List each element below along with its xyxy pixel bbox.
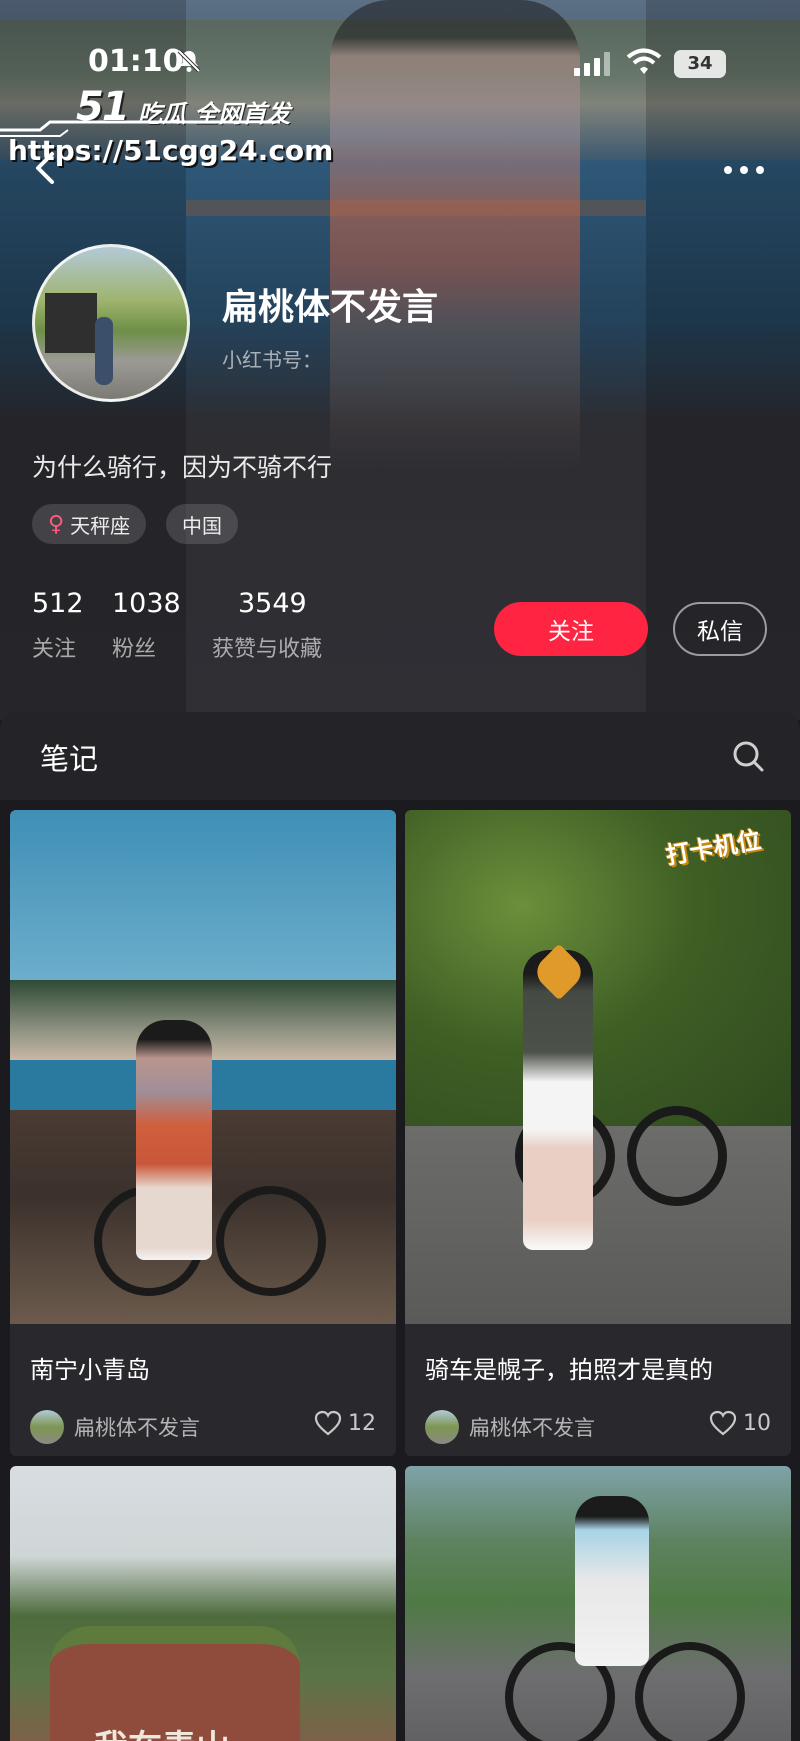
author-avatar — [425, 1410, 459, 1444]
stat-likes-label: 获赞与收藏 — [212, 637, 323, 662]
profile-username: 扁桃体不发言 — [222, 287, 439, 328]
profile-header: 01:10 34 51 吃瓜 全网首发 https://51cgg24.com — [0, 0, 800, 720]
wifi-icon — [626, 48, 662, 74]
search-icon[interactable] — [730, 738, 766, 774]
notes-feed: 南宁小青岛 扁桃体不发言 12 打卡机位 骑车是幌子，拍照才是真的 扁桃体不发言 — [0, 800, 800, 1741]
stat-followers-label: 粉丝 — [112, 637, 157, 662]
author-avatar — [30, 1410, 64, 1444]
like-count: 10 — [743, 1410, 771, 1436]
stat-followers[interactable]: 1038 粉丝 — [112, 588, 181, 663]
note-card[interactable] — [405, 1466, 791, 1741]
tag-region: 中国 — [166, 504, 238, 544]
stat-following-label: 关注 — [32, 637, 77, 662]
image-bike-wheel — [216, 1186, 326, 1296]
image-bike-wheel — [627, 1106, 727, 1206]
tab-notes[interactable]: 笔记 — [40, 736, 98, 778]
author-name: 扁桃体不发言 — [74, 1416, 200, 1440]
stat-following-value: 512 — [32, 588, 84, 619]
avatar[interactable] — [32, 244, 190, 402]
stat-likes-value: 3549 — [238, 588, 307, 619]
note-cover-image[interactable]: 我在青山 — [10, 1466, 396, 1741]
note-like[interactable]: 12 — [314, 1410, 376, 1436]
image-cyclist — [136, 1020, 212, 1260]
note-like[interactable]: 10 — [709, 1410, 771, 1436]
avatar-person-shape — [95, 317, 113, 385]
note-card[interactable]: 打卡机位 骑车是幌子，拍照才是真的 扁桃体不发言 10 — [405, 810, 791, 1456]
notes-tab-bar: 笔记 — [0, 712, 800, 800]
header-background-rider — [330, 0, 580, 470]
more-options-icon[interactable] — [722, 164, 766, 176]
status-time: 01:10 — [88, 44, 184, 79]
note-cover-image[interactable]: 打卡机位 — [405, 810, 791, 1324]
stat-following[interactable]: 512 关注 — [32, 588, 84, 663]
avatar-house-shape — [45, 293, 97, 353]
note-cover-image[interactable] — [10, 810, 396, 1324]
note-author[interactable]: 扁桃体不发言 — [30, 1410, 200, 1444]
tag-zodiac: ♀ 天秤座 — [32, 504, 147, 544]
battery-indicator: 34 — [674, 50, 726, 78]
tag-zodiac-label: 天秤座 — [70, 513, 131, 538]
note-title[interactable]: 骑车是幌子，拍照才是真的 — [425, 1350, 713, 1385]
note-title[interactable]: 南宁小青岛 — [30, 1350, 150, 1385]
tag-region-label: 中国 — [182, 513, 222, 538]
like-count: 12 — [348, 1410, 376, 1436]
note-cover-image[interactable] — [405, 1466, 791, 1741]
female-icon: ♀ — [48, 511, 65, 537]
follow-button[interactable]: 关注 — [494, 602, 648, 656]
note-author[interactable]: 扁桃体不发言 — [425, 1410, 595, 1444]
image-overlay-text: 我在青山 — [94, 1720, 230, 1741]
heart-icon — [314, 1410, 342, 1436]
image-bike-wheel — [635, 1642, 745, 1741]
profile-bio: 为什么骑行，因为不骑不行 — [32, 453, 333, 482]
message-button[interactable]: 私信 — [673, 602, 767, 656]
back-icon[interactable] — [30, 150, 60, 186]
heart-icon — [709, 1410, 737, 1436]
stat-followers-value: 1038 — [112, 588, 181, 619]
stat-likes-collections[interactable]: 3549 获赞与收藏 — [212, 588, 322, 663]
author-name: 扁桃体不发言 — [469, 1416, 595, 1440]
note-card[interactable]: 南宁小青岛 扁桃体不发言 12 — [10, 810, 396, 1456]
note-card[interactable]: 我在青山 — [10, 1466, 396, 1741]
profile-id-label: 小红书号： — [222, 348, 322, 372]
image-cyclist — [575, 1496, 649, 1666]
cellular-signal-icon — [574, 52, 610, 76]
bell-muted-icon — [177, 49, 201, 73]
